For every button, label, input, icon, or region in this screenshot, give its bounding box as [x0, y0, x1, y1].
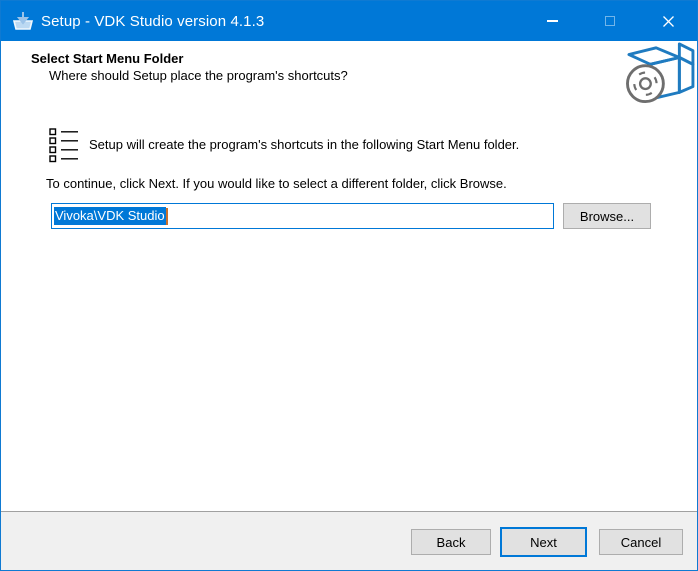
maximize-icon	[605, 16, 615, 26]
page-title: Select Start Menu Folder	[31, 51, 183, 66]
page-subtitle: Where should Setup place the program's s…	[49, 68, 348, 83]
maximize-button[interactable]	[581, 1, 639, 41]
cancel-button[interactable]: Cancel	[599, 529, 683, 555]
software-box-with-disc-icon	[621, 41, 697, 105]
setup-wizard-window: Setup - VDK Studio version 4.1.3 Select …	[0, 0, 698, 571]
titlebar[interactable]: Setup - VDK Studio version 4.1.3	[1, 1, 697, 41]
close-icon	[662, 15, 675, 28]
text-caret	[166, 208, 168, 225]
hint-text: To continue, click Next. If you would li…	[46, 176, 666, 191]
footer	[1, 511, 697, 570]
caption-buttons	[523, 1, 697, 41]
start-menu-list-icon	[49, 128, 79, 165]
window-title: Setup - VDK Studio version 4.1.3	[41, 13, 264, 30]
minimize-icon	[547, 20, 558, 22]
folder-input[interactable]: Vivoka\VDK Studio	[51, 203, 554, 229]
minimize-button[interactable]	[523, 1, 581, 41]
next-button[interactable]: Next	[500, 527, 587, 557]
installer-icon	[11, 10, 35, 32]
back-button[interactable]: Back	[411, 529, 491, 555]
close-button[interactable]	[639, 1, 697, 41]
browse-button[interactable]: Browse...	[563, 203, 651, 229]
instruction-text: Setup will create the program's shortcut…	[89, 137, 649, 152]
folder-input-value: Vivoka\VDK Studio	[54, 207, 166, 225]
